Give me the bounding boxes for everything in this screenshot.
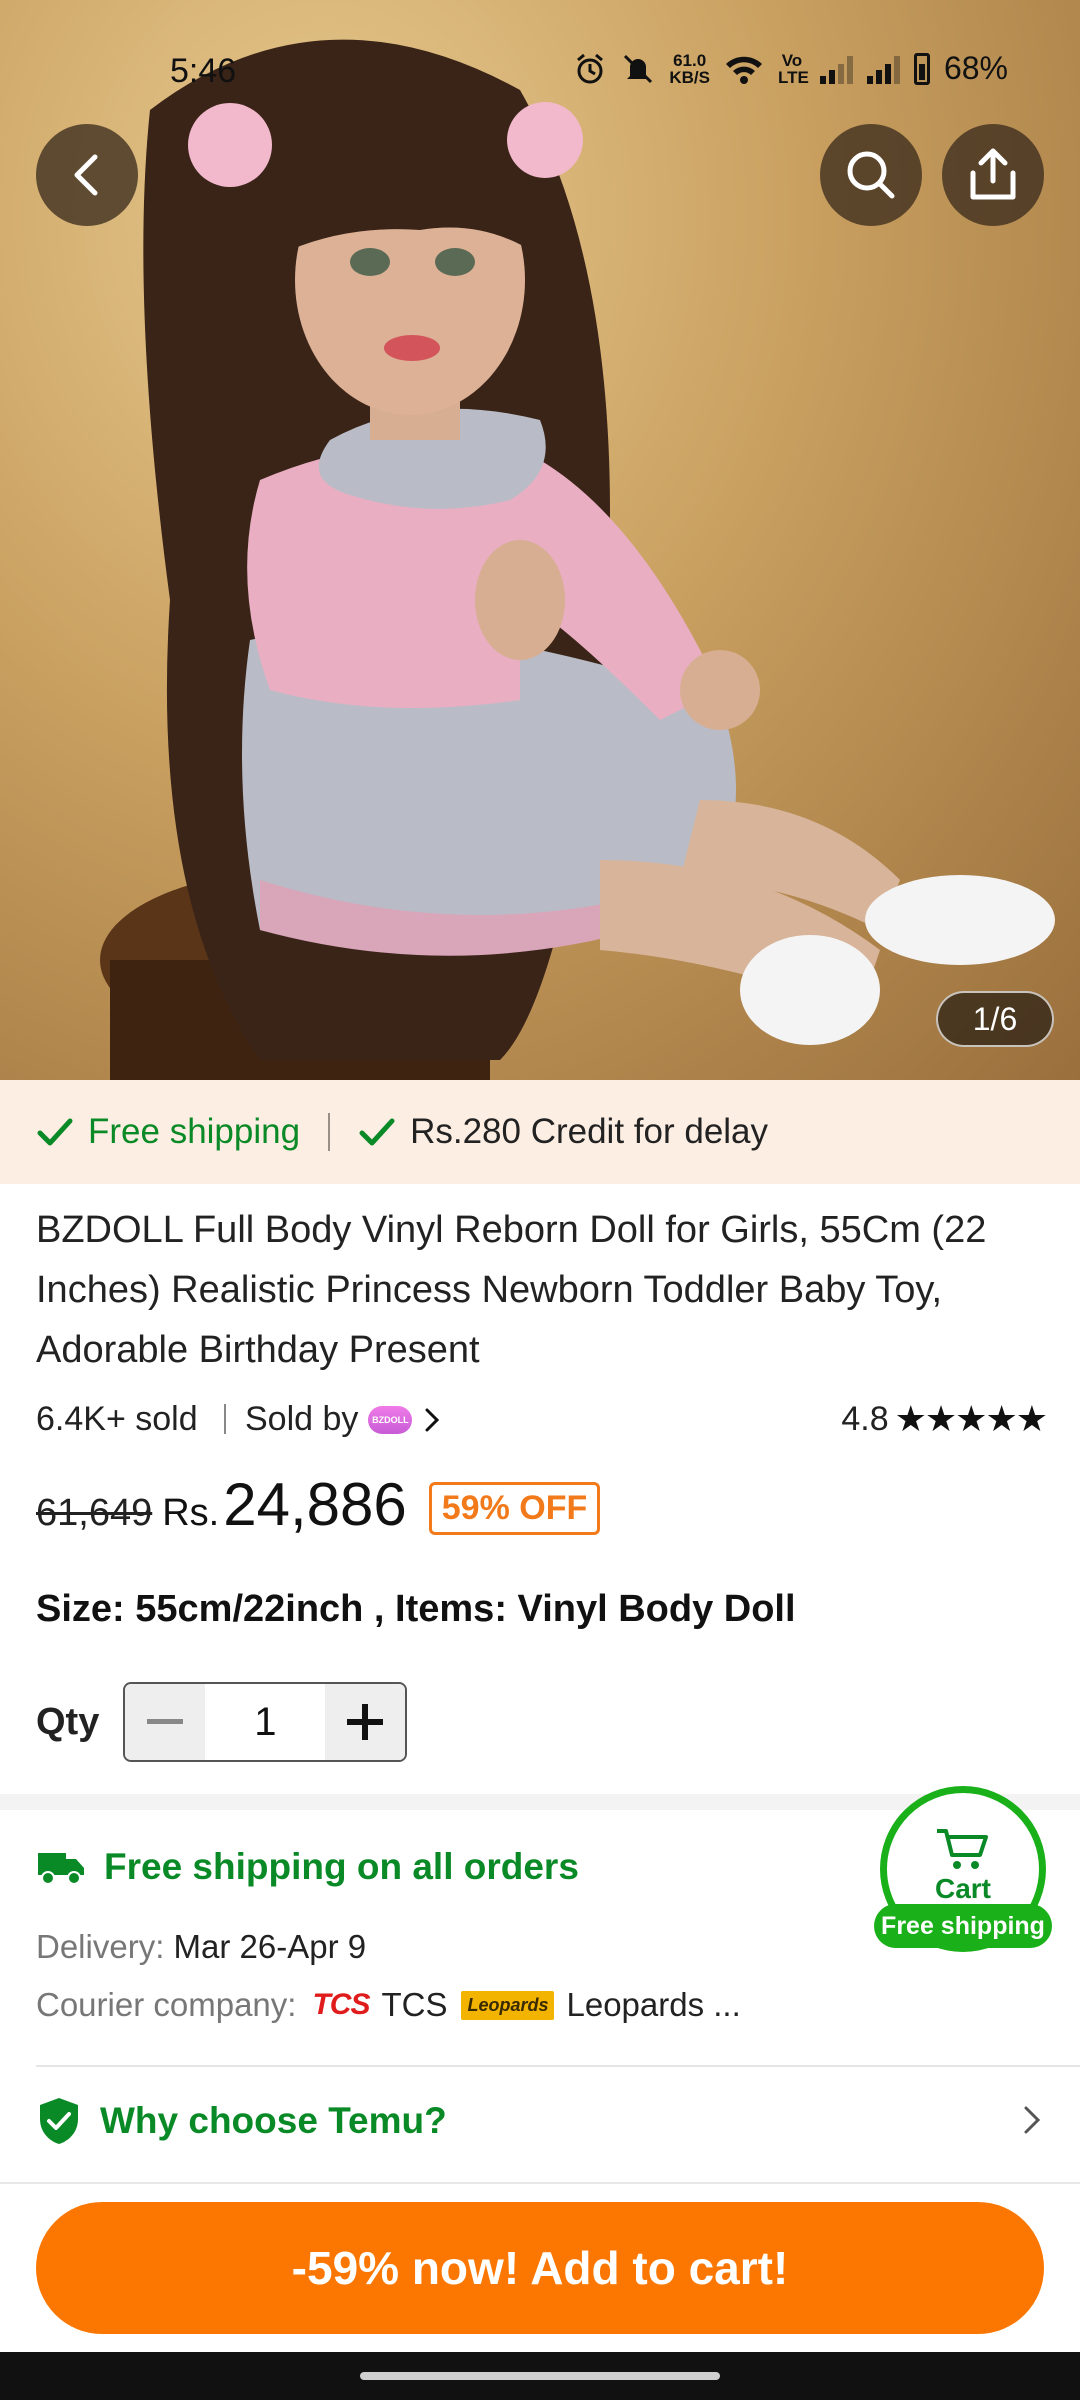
bottom-bar-divider	[0, 2182, 1080, 2184]
courier-label: Courier company:	[36, 1986, 297, 2023]
delivery-label: Delivery:	[36, 1928, 165, 1965]
seller-link[interactable]: Sold by BZDOLL	[245, 1400, 442, 1439]
signal-2-icon	[866, 54, 900, 84]
plus-icon	[347, 1704, 384, 1740]
battery-icon	[913, 52, 930, 85]
rating-summary[interactable]: 4.8 ★★★★★	[841, 1398, 1048, 1440]
cart-label: Cart	[934, 1873, 991, 1904]
price-row: 61,649 Rs. 24,886 59% OFF	[36, 1470, 601, 1550]
check-icon	[359, 1118, 395, 1146]
product-title: BZDOLL Full Body Vinyl Reborn Doll for G…	[36, 1209, 987, 1371]
courier-leopards: Leopards ...	[566, 1986, 741, 2023]
quantity-stepper: 1	[123, 1682, 408, 1762]
share-icon	[970, 148, 1016, 200]
decrease-qty-button[interactable]	[125, 1684, 206, 1760]
delivery-estimate: Delivery: Mar 26-Apr 9	[36, 1928, 366, 1966]
rating-value: 4.8	[841, 1399, 889, 1438]
quantity-row: Qty 1	[36, 1682, 408, 1762]
qty-value[interactable]: 1	[205, 1700, 325, 1745]
shipping-benefits-strip[interactable]: Free shipping Rs.280 Credit for delay	[0, 1080, 1080, 1184]
add-to-cart-button[interactable]: -59% now! Add to cart!	[36, 2202, 1044, 2334]
chevron-right-icon	[425, 1408, 440, 1431]
product-meta: 6.4K+ sold Sold by BZDOLL 4.8 ★★★★★	[36, 1396, 1048, 1446]
currency: Rs.	[162, 1492, 220, 1534]
discount-badge: 59% OFF	[428, 1482, 601, 1535]
cart-free-shipping-badge: Free shipping	[874, 1904, 1052, 1948]
product-image-gallery[interactable]: 5:46 61.0 KB/S Vo LTE 68% 1/6	[0, 0, 1080, 1080]
why-choose-label: Why choose Temu?	[100, 2100, 447, 2141]
divider	[36, 2065, 1080, 2067]
courier-info: Courier company: TCS TCS Leopards Leopar…	[36, 1986, 741, 2024]
minus-icon	[147, 1719, 184, 1724]
divider	[328, 1113, 331, 1151]
leopards-logo: Leopards	[461, 1990, 555, 2020]
status-icons: 61.0 KB/S Vo LTE 68%	[573, 50, 1008, 87]
free-shipping-headline[interactable]: Free shipping on all orders	[36, 1846, 579, 1888]
cart-icon	[937, 1829, 988, 1869]
network-speed: 61.0 KB/S	[669, 50, 710, 87]
delay-credit-benefit: Rs.280 Credit for delay	[358, 1112, 768, 1152]
original-price: 61,649	[36, 1492, 153, 1534]
free-shipping-benefit: Free shipping	[36, 1112, 300, 1152]
status-bar: 5:46 61.0 KB/S Vo LTE 68%	[0, 40, 1080, 100]
wifi-icon	[725, 56, 762, 84]
seller-logo: BZDOLL	[368, 1405, 413, 1434]
divider	[224, 1404, 226, 1434]
increase-qty-button[interactable]	[325, 1684, 406, 1760]
truck-icon	[38, 1853, 84, 1885]
shield-check-icon	[40, 2098, 78, 2144]
alarm-icon	[577, 53, 604, 83]
sold-by-label: Sold by	[245, 1400, 359, 1438]
system-navigation-bar	[0, 2352, 1080, 2400]
status-time: 5:46	[170, 52, 237, 90]
volte-indicator: Vo LTE	[777, 50, 809, 87]
sold-count: 6.4K+ sold	[36, 1400, 198, 1438]
tcs-logo: TCS	[312, 1988, 370, 2021]
back-button[interactable]	[36, 124, 138, 226]
image-pager: 1/6	[936, 991, 1054, 1047]
why-choose-temu-row[interactable]: Why choose Temu?	[36, 2096, 1044, 2146]
courier-tcs: TCS	[381, 1986, 448, 2023]
battery-percent: 68%	[943, 50, 1008, 86]
qty-label: Qty	[36, 1700, 100, 1743]
share-button[interactable]	[942, 124, 1044, 226]
bell-muted-icon	[624, 54, 653, 83]
variant-selector[interactable]: Size: 55cm/22inch , Items: Vinyl Body Do…	[36, 1588, 796, 1631]
back-arrow-icon	[74, 154, 98, 196]
sale-price: 24,886	[223, 1471, 407, 1538]
home-gesture-handle[interactable]	[360, 2372, 720, 2380]
delivery-dates: Mar 26-Apr 9	[173, 1928, 367, 1965]
chevron-right-icon	[1024, 2106, 1041, 2134]
search-button[interactable]	[820, 124, 922, 226]
signal-1-icon	[819, 54, 853, 84]
star-rating-icon: ★★★★★	[894, 1398, 1048, 1439]
check-icon	[37, 1118, 73, 1146]
search-icon	[847, 151, 895, 199]
